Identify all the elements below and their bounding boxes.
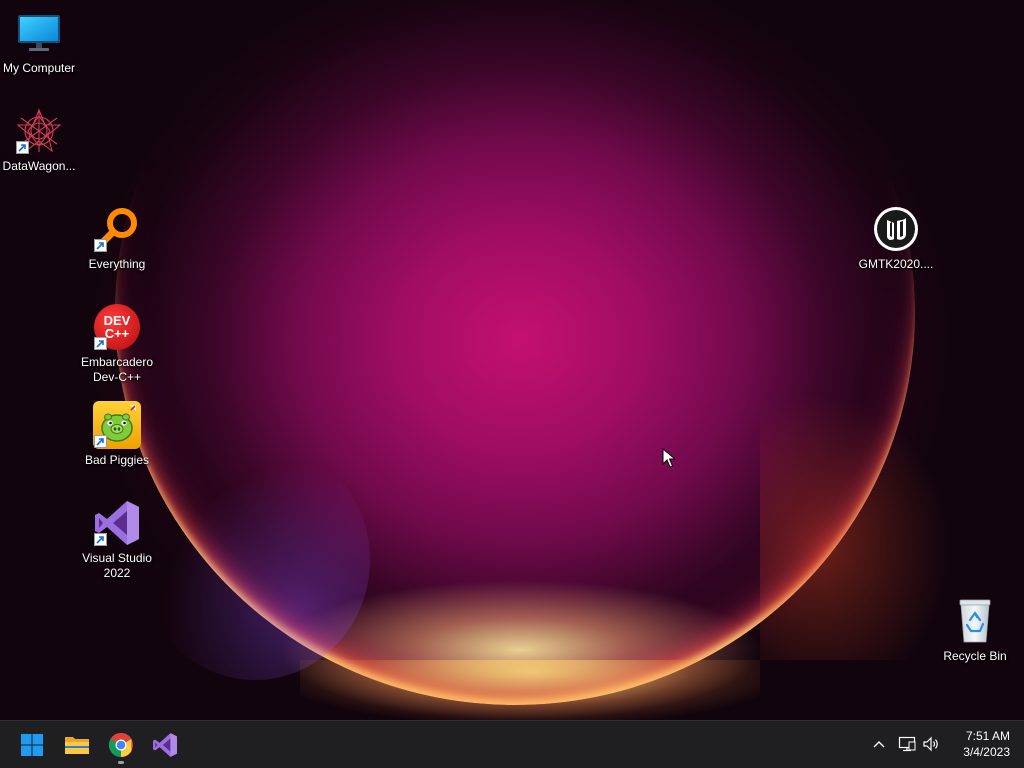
shortcut-arrow-icon [94,435,107,448]
wallpaper-rim-glow [115,0,915,705]
desktop-icon-visual-studio[interactable]: Visual Studio 2022 [78,498,156,581]
taskbar-file-explorer-button[interactable] [57,725,97,765]
wallpaper-base-glow [300,660,760,720]
shortcut-arrow-icon [94,533,107,546]
start-button[interactable] [12,725,52,765]
desktop-icon-everything[interactable]: Everything [78,204,156,272]
desktop-icon-recycle-bin[interactable]: Recycle Bin [936,596,1014,664]
desktop-icon-my-computer[interactable]: My Computer [0,8,78,76]
clock[interactable]: 7:51 AM 3/4/2023 [940,728,1010,760]
desktop-icon-label: GMTK2020.... [858,257,934,271]
devcpp-icon-text: DEV C++ [103,313,131,341]
network-button[interactable] [896,733,918,755]
desktop-icon-gmtk2020[interactable]: GMTK2020.... [857,204,935,272]
volume-button[interactable] [920,733,942,755]
taskbar-visual-studio-button[interactable] [145,725,185,765]
unreal-engine-icon [871,204,921,254]
shortcut-arrow-icon [94,337,107,350]
chrome-icon [108,733,133,757]
desktop-icon-datawagon[interactable]: DataWagon... [0,106,78,174]
desktop-wallpaper[interactable]: My Computer DataWagon... Everything DEV … [0,0,1024,720]
devcpp-icon: DEV C++ [92,302,142,352]
desktop-icon-devcpp[interactable]: DEV C++ Embarcadero Dev-C++ [78,302,156,385]
taskbar-chrome-button[interactable] [101,725,141,765]
running-indicator [118,761,124,764]
shortcut-arrow-icon [94,239,107,252]
volume-icon [923,736,938,752]
desktop-icon-label: DataWagon... [2,159,76,173]
chevron-up-icon [873,741,885,748]
desktop-icon-label: My Computer [2,61,76,75]
visual-studio-icon [153,733,177,757]
shortcut-arrow-icon [16,141,29,154]
desktop-icon-bad-piggies[interactable]: Bad Piggies [78,400,156,468]
recycle-bin-icon [950,596,1000,646]
taskbar: 7:51 AM 3/4/2023 [0,720,1024,768]
desktop-icon-label: Visual Studio 2022 [82,551,152,580]
network-icon [898,736,916,752]
desktop-icon-label: Everything [88,257,146,271]
desktop-icon-label: Embarcadero Dev-C++ [80,355,154,384]
desktop-icon-label: Bad Piggies [84,453,150,467]
wallpaper-left-glow [140,440,370,680]
datawagon-icon [14,106,64,156]
mouse-cursor-icon [662,448,676,468]
windows-start-icon [21,734,43,756]
bad-piggies-icon [92,400,142,450]
folder-icon [65,737,89,754]
wallpaper-right-glow [760,380,960,660]
clock-time: 7:51 AM [965,729,1010,743]
show-hidden-icons-button[interactable] [868,733,890,755]
visual-studio-icon [92,498,142,548]
desktop-icon-label: Recycle Bin [943,649,1007,663]
everything-search-icon [92,204,142,254]
clock-date: 3/4/2023 [963,745,1010,759]
monitor-icon [14,8,64,58]
